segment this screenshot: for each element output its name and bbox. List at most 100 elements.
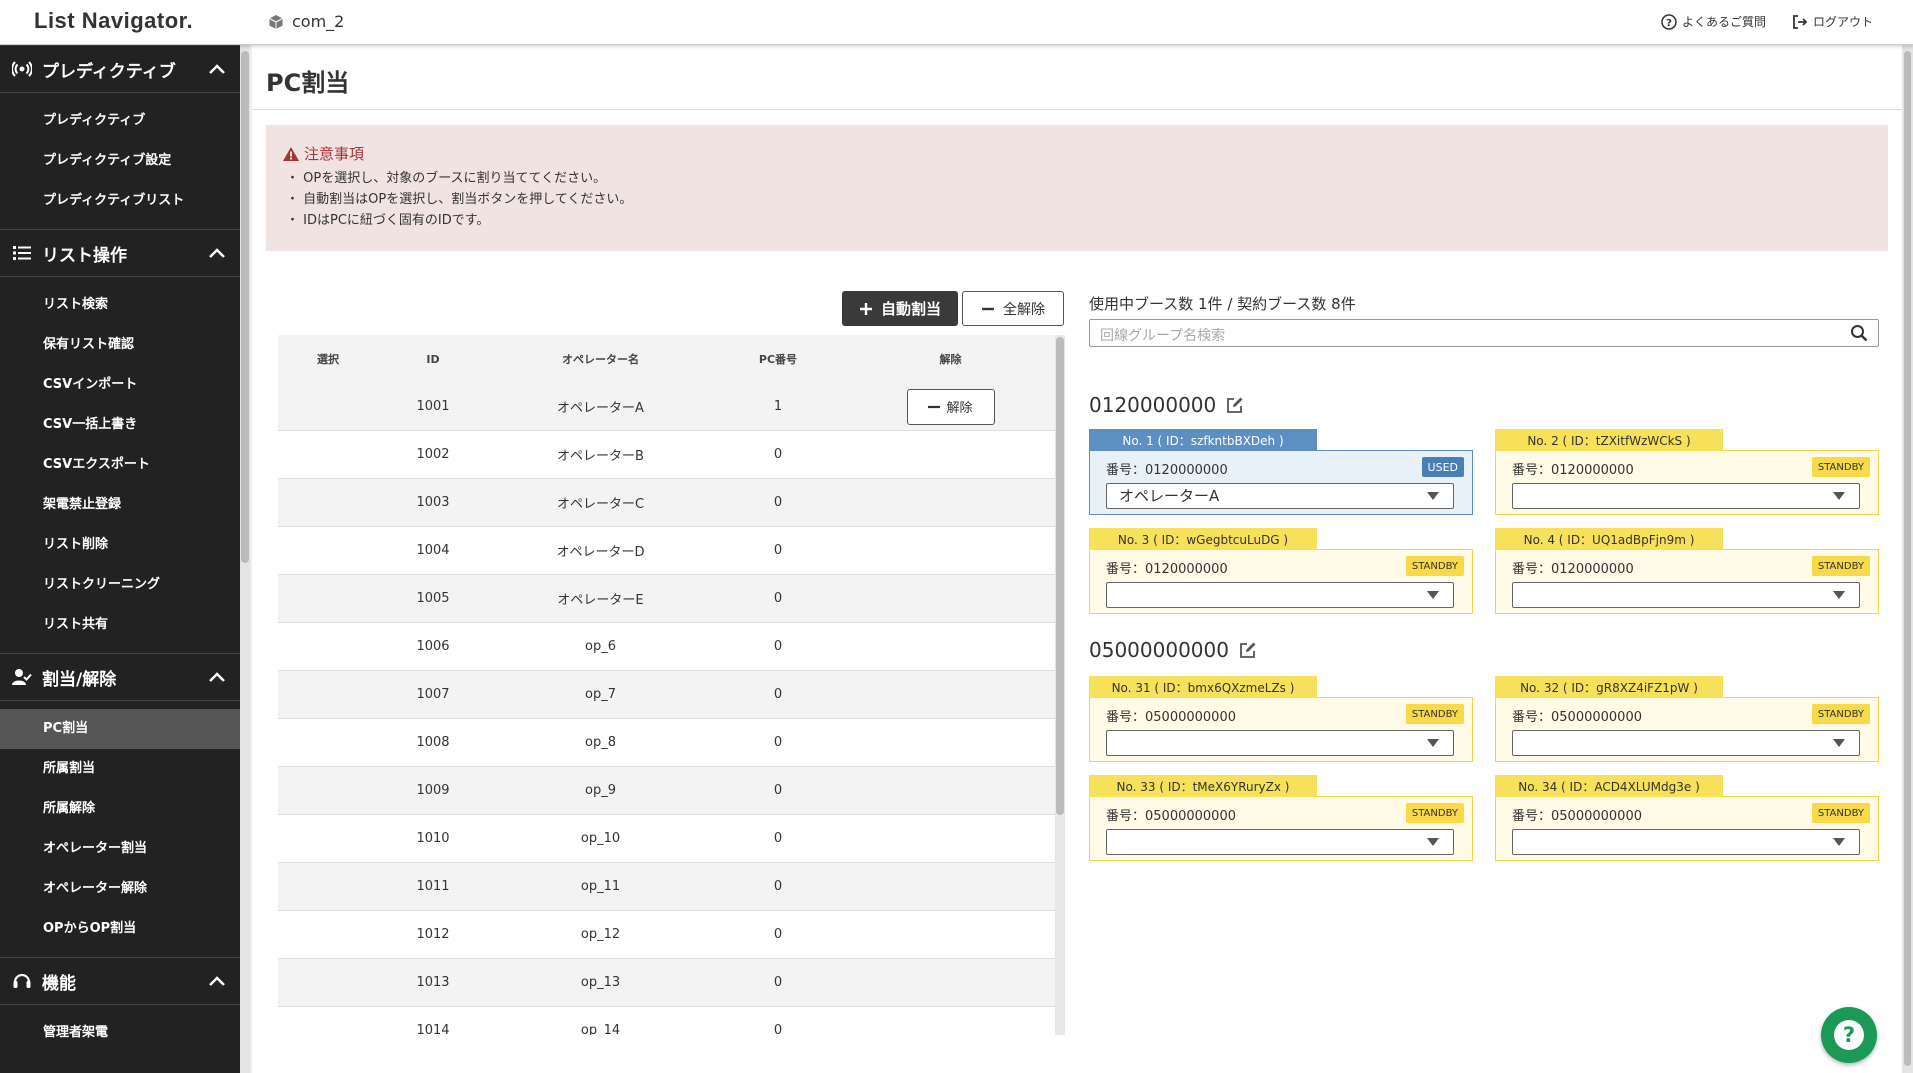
line-group-title: 05000000000	[1089, 638, 1257, 662]
sidebar-item-call-block[interactable]: 架電禁止登録	[0, 485, 240, 525]
table-row[interactable]: 1010 op_10 0	[278, 815, 1065, 863]
caret-down-icon	[1833, 492, 1845, 500]
booth-operator-select[interactable]	[1106, 829, 1454, 855]
sidebar-section-predictive[interactable]: プレディクティブ	[0, 45, 240, 93]
row-operator-name: op_14	[580, 1023, 621, 1035]
sidebar-item-op-to-op-assign[interactable]: OPからOP割当	[0, 909, 240, 949]
row-operator-name: オペレーターE	[557, 593, 644, 608]
question-circle-icon: ?	[1661, 13, 1677, 30]
table-row[interactable]: 1009 op_9 0	[278, 767, 1065, 815]
table-row[interactable]: 1012 op_12 0	[278, 911, 1065, 959]
table-row[interactable]: 1008 op_8 0	[278, 719, 1065, 767]
chevron-up-icon	[209, 976, 225, 986]
table-row[interactable]: 1003 オペレーターC 0	[278, 479, 1065, 527]
notice-box: 注意事項 ・ OPを選択し、対象のブースに割り当ててください。 ・ 自動割当はO…	[266, 125, 1888, 251]
sidebar-item-csv-overwrite[interactable]: CSV一括上書き	[0, 405, 240, 445]
sidebar-item-predictive-settings[interactable]: プレディクティブ設定	[0, 141, 240, 181]
caret-down-icon	[1427, 739, 1439, 747]
sidebar-item-predictive[interactable]: プレディクティブ	[0, 101, 240, 141]
column-header-pc-number: PC番号	[758, 353, 798, 366]
row-pc-number: 0	[773, 639, 783, 654]
sidebar-item-group-assign[interactable]: 所属割当	[0, 749, 240, 789]
booth-operator-select[interactable]	[1512, 483, 1860, 509]
booth-operator-select[interactable]	[1512, 582, 1860, 608]
booth-operator-select[interactable]: オペレーターA	[1106, 483, 1454, 509]
table-row[interactable]: 1005 オペレーターE 0	[278, 575, 1065, 623]
sidebar-item-operator-release[interactable]: オペレーター解除	[0, 869, 240, 909]
table-row[interactable]: 1011 op_11 0	[278, 863, 1065, 911]
sidebar-item-list-cleaning[interactable]: リストクリーニング	[0, 565, 240, 605]
booth-tab: No. 2 ( ID：tZXitfWzWCkS )	[1495, 429, 1723, 451]
release-all-button[interactable]: 全解除	[962, 291, 1064, 326]
status-badge: STANDBY	[1405, 556, 1464, 576]
caret-down-icon	[1833, 838, 1845, 846]
auto-assign-button[interactable]: 自動割当	[842, 291, 958, 326]
sidebar-item-group-release[interactable]: 所属解除	[0, 789, 240, 829]
table-row[interactable]: 1007 op_7 0	[278, 671, 1065, 719]
notice-title: 注意事項	[282, 143, 1872, 164]
sidebar-section-assign[interactable]: 割当/解除	[0, 653, 240, 701]
booth-card: No. 3 ( ID：wGegbtcuLuDG ) 番号：0120000000 …	[1089, 528, 1473, 614]
logout-link[interactable]: ログアウト	[1792, 13, 1873, 30]
sidebar-item-operator-assign[interactable]: オペレーター割当	[0, 829, 240, 869]
sidebar-item-list-share[interactable]: リスト共有	[0, 605, 240, 645]
sidebar-item-csv-import[interactable]: CSVインポート	[0, 365, 240, 405]
row-pc-number: 0	[773, 783, 783, 798]
booth-operator-select[interactable]	[1106, 730, 1454, 756]
release-button[interactable]: 解除	[906, 388, 995, 425]
row-id: 1010	[416, 831, 450, 846]
table-row[interactable]: 1006 op_6 0	[278, 623, 1065, 671]
row-operator-name: op_11	[580, 879, 621, 894]
help-button[interactable]: ?	[1821, 1007, 1877, 1063]
list-icon	[13, 246, 31, 260]
table-scrollbar[interactable]	[1055, 335, 1065, 1035]
booth-card: No. 32 ( ID：gR8XZ4iFZ1pW ) 番号：0500000000…	[1495, 676, 1879, 762]
row-operator-name: オペレーターD	[556, 545, 645, 560]
sidebar-item-list-search[interactable]: リスト検索	[0, 285, 240, 325]
sidebar-scrollbar[interactable]	[240, 45, 250, 1073]
sidebar-scroll-thumb[interactable]	[241, 51, 249, 563]
line-group-name: 0120000000	[1089, 393, 1217, 417]
search-icon[interactable]	[1850, 324, 1868, 342]
sidebar-section-title: プレディクティブ	[42, 61, 176, 82]
sidebar-item-admin-call[interactable]: 管理者架電	[0, 1013, 240, 1053]
page-scrollbar[interactable]	[1902, 45, 1913, 1073]
table-row[interactable]: 1002 オペレーターB 0	[278, 431, 1065, 479]
table-row[interactable]: 1014 op_14 0	[278, 1007, 1065, 1035]
booth-operator-select[interactable]	[1106, 582, 1454, 608]
app-logo[interactable]: List Navigator.	[34, 8, 193, 34]
sidebar-item-pc-assign[interactable]: PC割当	[0, 709, 240, 749]
sidebar-item-csv-export[interactable]: CSVエクスポート	[0, 445, 240, 485]
booth-operator-select[interactable]	[1512, 730, 1860, 756]
row-operator-name: op_6	[585, 639, 616, 654]
sidebar-item-owned-lists[interactable]: 保有リスト確認	[0, 325, 240, 365]
table-row[interactable]: 1001 オペレーターA 1 解除	[278, 383, 1065, 431]
company-indicator: com_2	[268, 12, 344, 31]
row-id: 1014	[416, 1023, 450, 1035]
edit-icon[interactable]	[1226, 396, 1244, 414]
headset-icon	[13, 973, 31, 988]
edit-icon[interactable]	[1239, 641, 1257, 659]
line-group-name: 05000000000	[1089, 638, 1229, 662]
release-label: 解除	[946, 401, 973, 416]
faq-link[interactable]: ? よくあるご質問	[1661, 13, 1766, 30]
notice-line: ・ 自動割当はOPを選択し、割当ボタンを押してください。	[286, 192, 633, 207]
sidebar-section-list-ops[interactable]: リスト操作	[0, 229, 240, 277]
table-row[interactable]: 1004 オペレーターD 0	[278, 527, 1065, 575]
table-scroll-thumb[interactable]	[1056, 337, 1064, 815]
sidebar-item-predictive-list[interactable]: プレディクティブリスト	[0, 181, 240, 221]
line-group-search-input[interactable]: 回線グループ名検索	[1089, 319, 1879, 347]
booth-operator-select[interactable]	[1512, 829, 1860, 855]
sidebar-section-functions[interactable]: 機能	[0, 957, 240, 1005]
sidebar-item-list-delete[interactable]: リスト削除	[0, 525, 240, 565]
booth-number: 番号：0120000000	[1512, 562, 1634, 577]
minus-icon	[928, 405, 941, 408]
row-release-cell: 解除	[843, 388, 1058, 425]
booth-tab: No. 34 ( ID：ACD4XLUMdg3e )	[1495, 775, 1723, 797]
row-id: 1006	[416, 639, 450, 654]
booth-tab: No. 1 ( ID：szfkntbBXDeh )	[1089, 429, 1317, 451]
booth-tab: No. 3 ( ID：wGegbtcuLuDG )	[1089, 528, 1317, 550]
row-id: 1003	[416, 495, 450, 510]
table-row[interactable]: 1013 op_13 0	[278, 959, 1065, 1007]
page-scroll-thumb[interactable]	[1904, 51, 1911, 1066]
